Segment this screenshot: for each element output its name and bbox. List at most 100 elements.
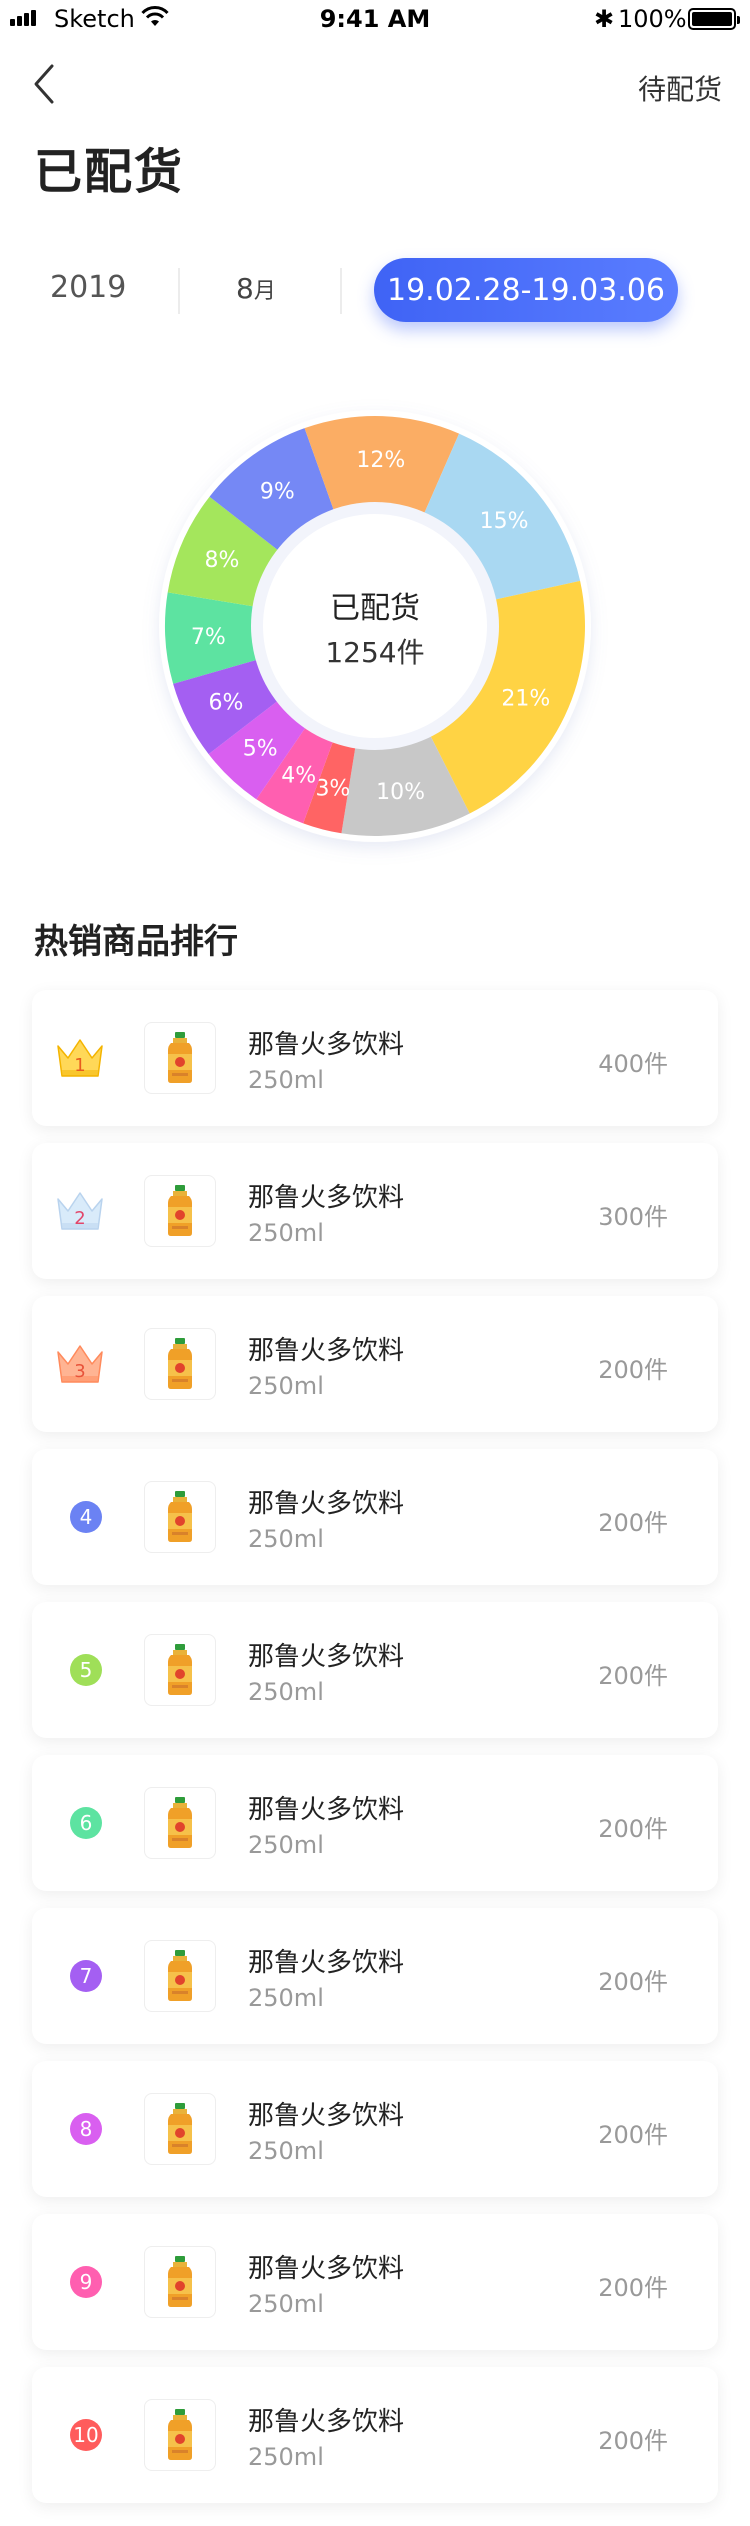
product-rank-row[interactable]: 10 那鲁火多饮料 250ml 200件 [32, 2367, 718, 2503]
product-name: 那鲁火多饮料 [248, 2101, 405, 2131]
divider [178, 268, 180, 314]
drink-bottle-icon [168, 1338, 192, 1389]
distribution-donut-chart: 7% 8% 9% 12% 15% 21% 10% 3% 4% 5% 6% 已配货 1254件 [155, 406, 595, 846]
product-rank-row[interactable]: 3 那鲁火多饮料 250ml 200件 [32, 1296, 718, 1432]
status-bar: Sketch 9:41 AM ✱ 100% [0, 0, 750, 40]
rank-number: 4 [70, 1501, 102, 1533]
rank-crown-icon: 1 [52, 1032, 108, 1084]
rank-number: 5 [70, 1654, 102, 1686]
pending-delivery-link[interactable]: 待配货 [638, 68, 722, 108]
rank-number: 7 [70, 1960, 102, 1992]
product-count: 200件 [598, 1815, 668, 1843]
chevron-left-icon [34, 64, 54, 104]
product-count: 200件 [598, 2274, 668, 2302]
product-count: 400件 [598, 1050, 668, 1078]
product-thumbnail [144, 1481, 216, 1553]
drink-bottle-icon [168, 2409, 192, 2460]
product-name: 那鲁火多饮料 [248, 2407, 405, 2437]
drink-bottle-icon [168, 1797, 192, 1848]
page-title: 已配货 [34, 144, 185, 200]
crown-icon: 1 [57, 1039, 103, 1077]
rank-number: 9 [70, 2266, 102, 2298]
product-rank-row[interactable]: 1 那鲁火多饮料 250ml 400件 [32, 990, 718, 1126]
product-thumbnail [144, 2246, 216, 2318]
product-rank-row[interactable]: 6 那鲁火多饮料 250ml 200件 [32, 1755, 718, 1891]
donut-slice-label: 21% [501, 687, 550, 712]
product-name: 那鲁火多饮料 [248, 1795, 405, 1825]
rank-number: 8 [70, 2113, 102, 2145]
product-spec: 250ml [248, 2443, 324, 2471]
donut-slice-label: 3% [315, 777, 350, 802]
product-name: 那鲁火多饮料 [248, 1336, 405, 1366]
product-spec: 250ml [248, 1678, 324, 1706]
bluetooth-icon: ✱ [594, 5, 615, 33]
rank-number: 1 [74, 1055, 85, 1076]
year-filter[interactable]: 2019 [50, 270, 126, 305]
donut-center [263, 514, 487, 738]
battery-icon [688, 8, 740, 30]
product-name: 那鲁火多饮料 [248, 1030, 405, 1060]
donut-slice-label: 12% [356, 448, 405, 473]
drink-bottle-icon [168, 1185, 192, 1236]
crown-icon: 2 [57, 1192, 103, 1230]
product-spec: 250ml [248, 2137, 324, 2165]
rank-number: 10 [70, 2419, 102, 2451]
product-count: 200件 [598, 1509, 668, 1537]
date-filter-bar: 2019 8月 19.02.28-19.03.06 [0, 256, 750, 326]
product-thumbnail [144, 2093, 216, 2165]
drink-bottle-icon [168, 2256, 192, 2307]
month-unit: 月 [253, 279, 276, 304]
month-value: 8 [236, 272, 254, 305]
battery-percent: 100% [618, 5, 687, 33]
month-filter[interactable]: 8月 [236, 272, 276, 305]
hot-products-list: 1 那鲁火多饮料 250ml 400件 2 那鲁火多饮料 250ml 300件 … [32, 990, 718, 2520]
drink-bottle-icon [168, 1644, 192, 1695]
product-spec: 250ml [248, 1066, 324, 1094]
donut-slice-label: 15% [480, 509, 529, 534]
product-count: 200件 [598, 2427, 668, 2455]
product-rank-row[interactable]: 5 那鲁火多饮料 250ml 200件 [32, 1602, 718, 1738]
product-rank-row[interactable]: 7 那鲁火多饮料 250ml 200件 [32, 1908, 718, 2044]
week-range-filter[interactable]: 19.02.28-19.03.06 [374, 258, 678, 322]
product-rank-row[interactable]: 4 那鲁火多饮料 250ml 200件 [32, 1449, 718, 1585]
donut-slice-label: 6% [208, 690, 243, 715]
rank-number: 2 [74, 1208, 85, 1229]
product-count: 200件 [598, 1968, 668, 1996]
rank-crown-icon: 2 [52, 1185, 108, 1237]
product-thumbnail [144, 1940, 216, 2012]
product-spec: 250ml [248, 2290, 324, 2318]
product-spec: 250ml [248, 1372, 324, 1400]
section-title: 热销商品排行 [34, 922, 238, 962]
product-name: 那鲁火多饮料 [248, 1948, 405, 1978]
back-button[interactable] [28, 62, 64, 106]
drink-bottle-icon [168, 1032, 192, 1083]
crown-icon: 3 [57, 1345, 103, 1383]
center-title: 已配货 [330, 591, 420, 626]
product-count: 200件 [598, 1356, 668, 1384]
product-thumbnail [144, 1328, 216, 1400]
product-thumbnail [144, 1787, 216, 1859]
product-count: 300件 [598, 1203, 668, 1231]
product-spec: 250ml [248, 1831, 324, 1859]
product-name: 那鲁火多饮料 [248, 2254, 405, 2284]
product-thumbnail [144, 1175, 216, 1247]
divider [340, 268, 342, 314]
donut-svg: 7% 8% 9% 12% 15% 21% 10% 3%4%5%6% 已配货 1254件 [159, 410, 591, 842]
rank-crown-icon: 3 [52, 1338, 108, 1390]
product-rank-row[interactable]: 2 那鲁火多饮料 250ml 300件 [32, 1143, 718, 1279]
product-spec: 250ml [248, 1525, 324, 1553]
drink-bottle-icon [168, 1491, 192, 1542]
product-count: 200件 [598, 1662, 668, 1690]
donut-slice-label: 4% [281, 764, 316, 789]
product-rank-row[interactable]: 8 那鲁火多饮料 250ml 200件 [32, 2061, 718, 2197]
donut-slice-label: 5% [243, 736, 278, 761]
drink-bottle-icon [168, 1950, 192, 2001]
product-thumbnail [144, 2399, 216, 2471]
product-name: 那鲁火多饮料 [248, 1489, 405, 1519]
product-spec: 250ml [248, 1219, 324, 1247]
donut-slice-label: 8% [205, 548, 240, 573]
donut-slice-label: 10% [376, 780, 425, 805]
product-spec: 250ml [248, 1984, 324, 2012]
donut-slice-label: 9% [260, 480, 295, 505]
product-rank-row[interactable]: 9 那鲁火多饮料 250ml 200件 [32, 2214, 718, 2350]
